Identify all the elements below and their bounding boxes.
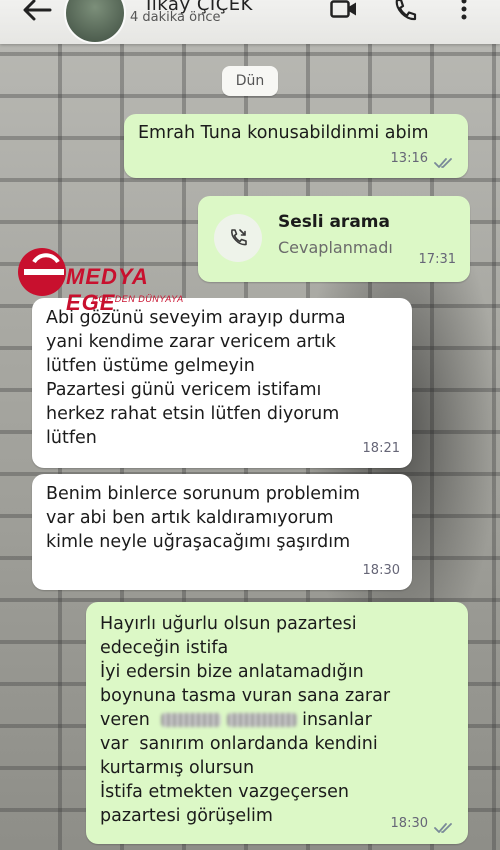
more-vert-icon[interactable]: [458, 0, 470, 22]
logo-brand: MEDYA EGE: [66, 264, 148, 315]
message-time: 18:30: [362, 563, 400, 578]
message-line: insanlar: [302, 710, 372, 730]
message-time: 18:30: [390, 816, 428, 831]
read-ticks-icon: [434, 158, 452, 168]
message-line: veren: [100, 710, 150, 730]
message-text: Abi gözünü seveyim arayıp durma yani ken…: [46, 308, 346, 448]
message-line: İyi edersin bize anlatamadığın: [100, 662, 364, 682]
phone-icon[interactable]: [392, 0, 418, 22]
message-incoming[interactable]: Benim binlerce sorunum problemim var abi…: [32, 474, 412, 590]
message-line: boynuna tasma vuran sana zarar: [100, 686, 391, 706]
message-text: Emrah Tuna konusabildinmi abim: [138, 123, 429, 143]
message-line: Hayırlı uğurlu olsun pazartesi: [100, 614, 357, 634]
medya-ege-logo: MEDYA EGE EGE'DEN DÜNYAYA: [14, 242, 204, 315]
message-time: 17:31: [418, 252, 456, 267]
call-icon-circle: [214, 214, 262, 262]
call-missed-icon: [231, 229, 247, 246]
blurred-text: [160, 713, 221, 727]
missed-call-bubble[interactable]: Sesli arama Cevaplanmadı 17:31: [198, 196, 470, 282]
message-text: Hayırlı uğurlu olsun pazartesi edeceğin …: [100, 612, 390, 828]
message-line: kurtarmış olursun: [100, 758, 255, 778]
read-ticks-icon: [434, 823, 452, 833]
logo-tagline: EGE'DEN DÜNYAYA: [92, 294, 184, 304]
message-line: pazartesi görüşelim: [100, 806, 273, 826]
contact-avatar[interactable]: [64, 0, 126, 44]
last-seen-status: 4 dakika önce: [130, 10, 221, 25]
video-call-icon[interactable]: [330, 0, 358, 20]
back-arrow-icon[interactable]: [20, 0, 56, 28]
message-incoming[interactable]: Abi gözünü seveyim arayıp durma yani ken…: [32, 298, 412, 468]
message-line: edeceğin istifa: [100, 638, 229, 658]
chat-header: İlkay ÇİÇEK 4 dakika önce: [0, 0, 500, 44]
date-separator: Dün: [222, 66, 278, 96]
call-title: Sesli arama: [278, 212, 390, 232]
message-line: İstifa etmekten vazgeçersen: [100, 782, 350, 802]
call-status: Cevaplanmadı: [278, 238, 393, 257]
chat-messages[interactable]: Dün Emrah Tuna konusabildinmi abim 13:16…: [0, 44, 500, 850]
logo-emblem-icon: [18, 248, 66, 296]
message-time: 18:21: [362, 441, 400, 456]
message-text: Benim binlerce sorunum problemim var abi…: [46, 484, 361, 552]
message-outgoing[interactable]: Hayırlı uğurlu olsun pazartesi edeceğin …: [86, 602, 468, 844]
message-time: 13:16: [390, 151, 428, 166]
message-outgoing[interactable]: Emrah Tuna konusabildinmi abim 13:16: [124, 114, 468, 178]
message-line: var sanırım onlardanda kendini: [100, 734, 378, 754]
blurred-text: [226, 713, 297, 727]
